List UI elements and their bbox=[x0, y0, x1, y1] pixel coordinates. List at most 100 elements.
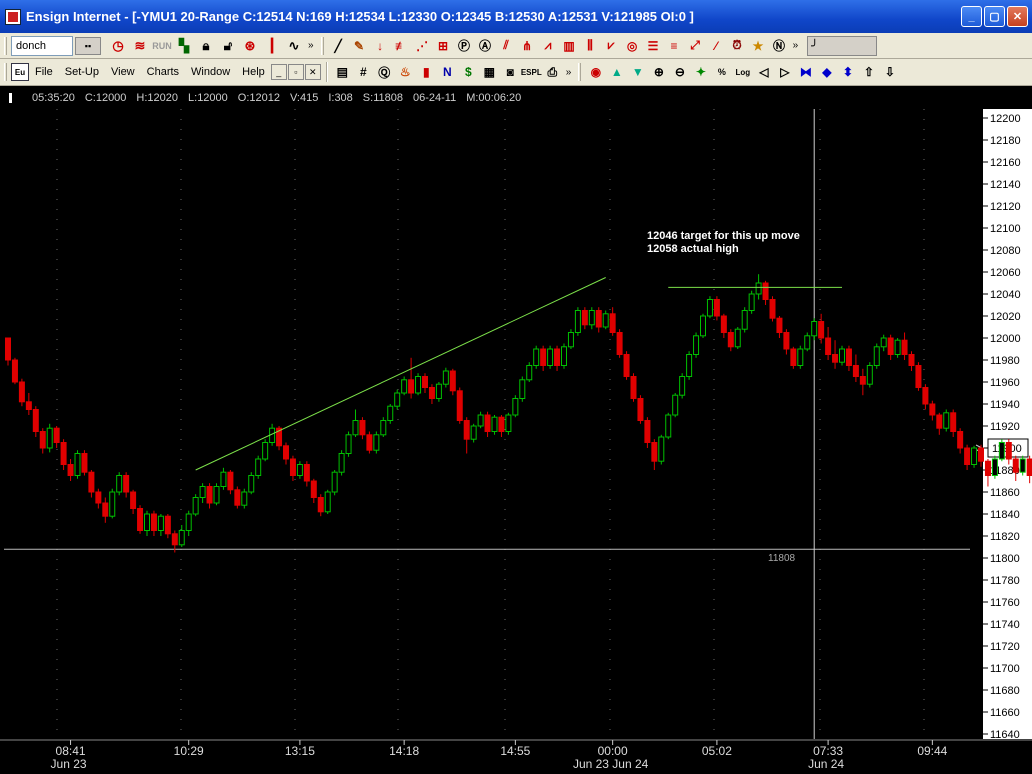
grid-box-icon[interactable]: ⊞ bbox=[433, 35, 454, 57]
arrow-down-outline-icon[interactable]: ⇩ bbox=[879, 61, 900, 83]
vertical-expand-icon[interactable]: ⬍ bbox=[837, 61, 858, 83]
toolbar-grip[interactable] bbox=[4, 36, 7, 55]
star-icon[interactable]: ★ bbox=[748, 35, 769, 57]
fib-time-icon[interactable]: ▥ bbox=[559, 35, 580, 57]
trendline[interactable] bbox=[195, 277, 606, 471]
candle-body bbox=[741, 310, 748, 330]
log-icon[interactable]: Log bbox=[732, 61, 753, 83]
compress-icon[interactable]: ⧓ bbox=[795, 61, 816, 83]
refresh-icon[interactable]: ◉ bbox=[585, 61, 606, 83]
slider-control[interactable]: ╯ bbox=[807, 35, 878, 56]
candle-body bbox=[845, 348, 852, 366]
candle-body bbox=[5, 337, 11, 361]
candle-body bbox=[373, 434, 380, 451]
minimize-button[interactable]: _ bbox=[961, 6, 982, 27]
scale-right-icon[interactable]: ▷ bbox=[774, 61, 795, 83]
toolbar-overflow-icon[interactable]: » bbox=[308, 40, 314, 51]
scale-left-icon[interactable]: ◁ bbox=[753, 61, 774, 83]
document-icon[interactable]: Eu bbox=[11, 63, 29, 81]
news-icon[interactable]: N bbox=[437, 61, 458, 83]
print-icon[interactable]: ⎙ bbox=[542, 61, 563, 83]
dollar-icon[interactable]: $ bbox=[458, 61, 479, 83]
line-icon[interactable]: ∿ bbox=[283, 35, 305, 57]
expand-icon[interactable]: ◆ bbox=[816, 61, 837, 83]
time-tick-label: 09:44 bbox=[917, 744, 947, 758]
pencil-icon[interactable]: ✎ bbox=[349, 35, 370, 57]
fib-fan-icon[interactable]: ⋰ bbox=[412, 35, 433, 57]
mdi-restore-button[interactable]: ▫ bbox=[287, 64, 304, 80]
speed-lines-icon[interactable]: ⩗ bbox=[601, 35, 622, 57]
candle-body bbox=[88, 471, 95, 493]
triangle-down-icon[interactable]: ▼ bbox=[627, 61, 648, 83]
menu-help[interactable]: Help bbox=[236, 66, 271, 78]
spreadsheet-icon[interactable]: ▦ bbox=[479, 61, 500, 83]
unlock-icon[interactable]: 🔓︎ bbox=[217, 35, 239, 57]
pitchfork-icon[interactable]: ⋔ bbox=[517, 35, 538, 57]
toolbar-grip[interactable] bbox=[4, 63, 7, 81]
parallel-icon[interactable]: ⁄ bbox=[706, 35, 727, 57]
candle-body bbox=[310, 480, 317, 498]
price-chart[interactable]: 12200 12180 12160 12140 12120 12100 12080 12060… bbox=[0, 87, 1032, 774]
magic-icon[interactable]: ✦ bbox=[690, 61, 711, 83]
percent-icon[interactable]: % bbox=[711, 61, 732, 83]
layout-icon[interactable]: ▤ bbox=[332, 61, 353, 83]
camera-icon[interactable]: ◙ bbox=[500, 61, 521, 83]
toolbar-grip[interactable] bbox=[578, 63, 582, 81]
price-tick-label: 11760 bbox=[990, 597, 1020, 609]
menu-file[interactable]: File bbox=[29, 66, 59, 78]
menu-charts[interactable]: Charts bbox=[141, 66, 185, 78]
toolbar-overflow-icon[interactable]: » bbox=[793, 40, 799, 51]
study-combo-button[interactable]: ▪▪ bbox=[75, 36, 101, 55]
fire-icon[interactable]: ♨ bbox=[395, 61, 416, 83]
close-button[interactable]: ✕ bbox=[1007, 6, 1028, 27]
clock-icon[interactable]: ◷ bbox=[107, 35, 129, 57]
run-icon[interactable]: RUN bbox=[151, 35, 173, 57]
lock-icon[interactable]: 🔒︎ bbox=[195, 35, 217, 57]
menu-window[interactable]: Window bbox=[185, 66, 236, 78]
arrow-up-icon[interactable]: ⇧ bbox=[858, 61, 879, 83]
arrow-down-icon[interactable]: ↓ bbox=[370, 35, 391, 57]
wave-icon[interactable]: ≋ bbox=[129, 35, 151, 57]
a-box-icon[interactable]: Ⓐ bbox=[475, 35, 496, 57]
text-lines-icon[interactable]: ≡ bbox=[664, 35, 685, 57]
espl-icon[interactable]: ESPL bbox=[521, 61, 542, 83]
candle-body bbox=[46, 427, 53, 449]
fib-icon[interactable]: ≢ bbox=[391, 35, 412, 57]
toolbar-grip[interactable] bbox=[320, 36, 324, 55]
horizontal-lines-icon[interactable]: ☰ bbox=[643, 35, 664, 57]
zoom-out-icon[interactable]: ⊖ bbox=[669, 61, 690, 83]
circle-icon[interactable]: ◎ bbox=[622, 35, 643, 57]
price-tick-label: 11700 bbox=[990, 663, 1020, 675]
zigzag-icon[interactable]: ⩘ bbox=[538, 35, 559, 57]
app-icon[interactable] bbox=[5, 8, 21, 25]
study-combo[interactable]: donch bbox=[11, 35, 73, 56]
triangle-up-icon[interactable]: ▲ bbox=[606, 61, 627, 83]
menu-setup[interactable]: Set-Up bbox=[59, 66, 105, 78]
menu-view[interactable]: View bbox=[105, 66, 141, 78]
window-title: Ensign Internet - [-YMU1 20-Range C:1251… bbox=[26, 9, 694, 24]
grid-icon[interactable]: ▚ bbox=[173, 35, 195, 57]
quote-icon[interactable]: Ⓠ bbox=[374, 61, 395, 83]
hash-icon[interactable]: # bbox=[353, 61, 374, 83]
candle-body bbox=[498, 416, 505, 433]
candle-body bbox=[456, 390, 463, 421]
candle-body bbox=[922, 387, 929, 405]
candle-body bbox=[991, 458, 998, 476]
mdi-minimize-button[interactable]: _ bbox=[270, 64, 287, 80]
zoom-in-icon[interactable]: ⊕ bbox=[648, 61, 669, 83]
ray-icon[interactable]: ⤢ bbox=[685, 35, 706, 57]
candle-icon[interactable]: ┃ bbox=[261, 35, 283, 57]
trendline-icon[interactable]: ╱ bbox=[328, 35, 349, 57]
p-box-icon[interactable]: Ⓟ bbox=[454, 35, 475, 57]
n-icon[interactable]: Ⓝ bbox=[769, 35, 790, 57]
alarm-icon[interactable]: ⏰︎ bbox=[727, 35, 748, 57]
bar-chart-icon[interactable]: ▮ bbox=[416, 61, 437, 83]
channel-icon[interactable]: ⫽ bbox=[496, 35, 517, 57]
maximize-button[interactable]: ▢ bbox=[984, 6, 1005, 27]
mdi-close-button[interactable]: ✕ bbox=[304, 64, 321, 80]
cycle-lines-icon[interactable]: ⫼ bbox=[580, 35, 601, 57]
candle-body bbox=[53, 427, 60, 444]
stop-icon[interactable]: ⊛ bbox=[239, 35, 261, 57]
toolbar-overflow-icon[interactable]: » bbox=[566, 67, 572, 78]
window-controls: _ ▢ ✕ bbox=[961, 6, 1028, 27]
